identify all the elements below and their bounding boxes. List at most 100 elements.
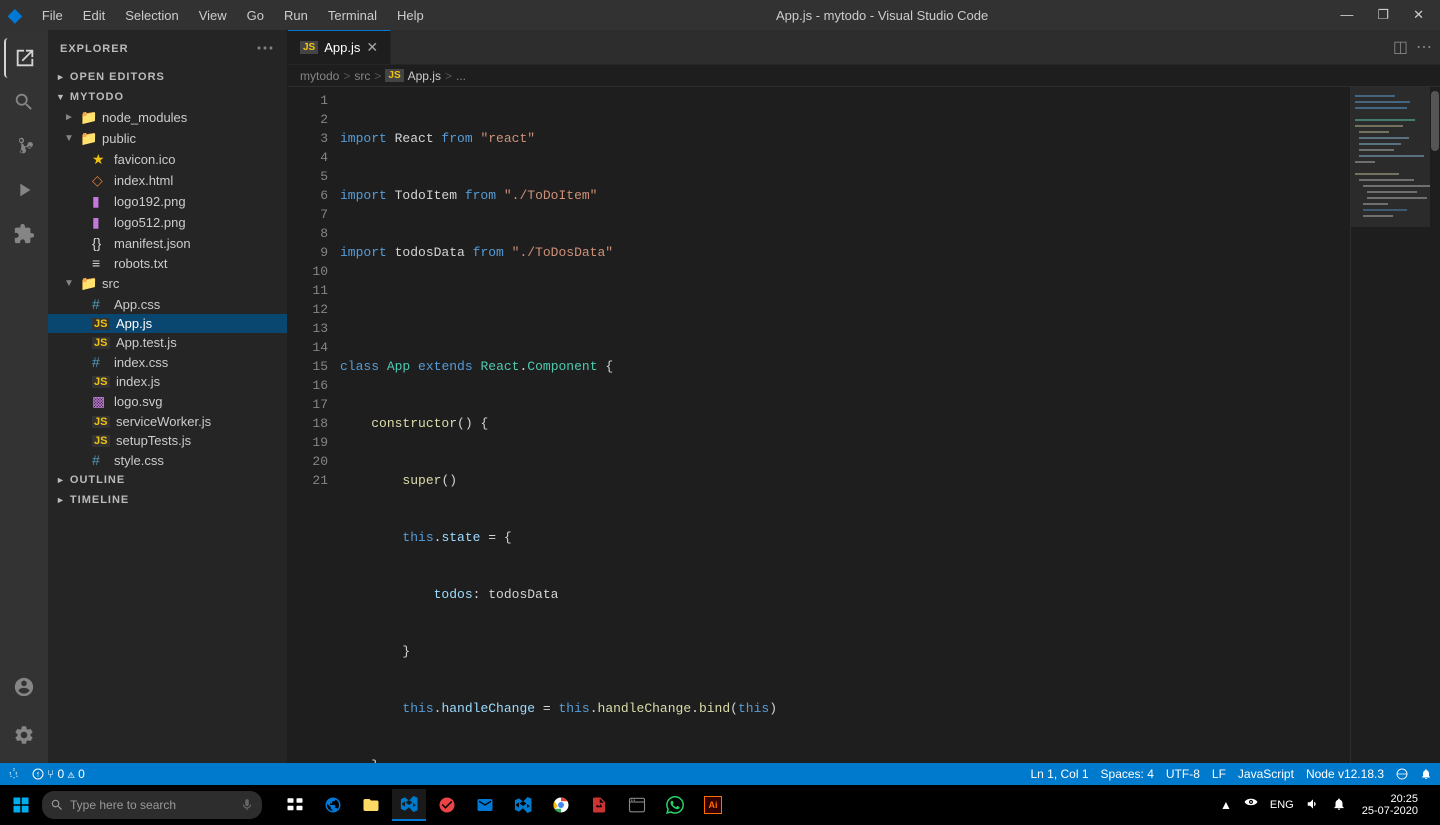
tree-manifest[interactable]: {} manifest.json — [48, 233, 287, 253]
language-mode[interactable]: JavaScript — [1238, 767, 1294, 781]
setup-tests-label: setupTests.js — [116, 433, 191, 448]
outline-arrow-icon: ► — [56, 475, 66, 485]
tree-service-worker[interactable]: JS serviceWorker.js — [48, 412, 287, 431]
menu-terminal[interactable]: Terminal — [320, 6, 385, 25]
node-modules-arrow-icon: ► — [64, 112, 80, 123]
breadcrumb-appjs[interactable]: App.js — [408, 69, 441, 83]
folder-icon: 📁 — [80, 109, 98, 126]
taskbar-edge[interactable] — [316, 789, 350, 821]
menu-selection[interactable]: Selection — [117, 6, 186, 25]
breadcrumb-src[interactable]: src — [354, 69, 370, 83]
activity-extensions[interactable] — [4, 214, 44, 254]
window-title: App.js - mytodo - Visual Studio Code — [776, 8, 988, 23]
activity-explorer[interactable] — [4, 38, 44, 78]
activity-settings[interactable] — [4, 715, 44, 755]
menu-help[interactable]: Help — [389, 6, 432, 25]
up-arrow-button[interactable]: ▲ — [1216, 794, 1236, 816]
split-editor-button[interactable]: ◫ — [1393, 37, 1408, 57]
encoding[interactable]: UTF-8 — [1166, 767, 1200, 781]
taskbar-ai[interactable]: Ai — [696, 789, 730, 821]
scrollbar-thumb[interactable] — [1431, 91, 1439, 151]
tree-public[interactable]: ▼ 📁 public — [48, 128, 287, 149]
tree-logo-svg[interactable]: ▩ logo.svg — [48, 391, 287, 412]
node-version[interactable]: Node v12.18.3 — [1306, 767, 1384, 781]
tree-logo192[interactable]: ▮ logo192.png — [48, 191, 287, 212]
taskbar-file-explorer[interactable] — [354, 789, 388, 821]
tab-app-js[interactable]: JS App.js ✕ — [288, 30, 391, 64]
menu-edit[interactable]: Edit — [75, 6, 113, 25]
taskbar-gulp[interactable] — [430, 789, 464, 821]
tree-src[interactable]: ▼ 📁 src — [48, 273, 287, 294]
breadcrumb-sep1: > — [343, 69, 350, 83]
mytodo-section[interactable]: ▼ MYTODO — [48, 87, 287, 107]
language-indicator[interactable]: ENG — [1266, 795, 1298, 815]
taskbar-whatsapp[interactable] — [658, 789, 692, 821]
txt-icon: ≡ — [92, 255, 110, 271]
tree-app-css[interactable]: # App.css — [48, 294, 287, 314]
remote-indicator[interactable] — [1396, 768, 1408, 780]
taskbar-browser2[interactable] — [620, 789, 654, 821]
tree-robots[interactable]: ≡ robots.txt — [48, 253, 287, 273]
tree-setup-tests[interactable]: JS setupTests.js — [48, 431, 287, 450]
git-status-label: ⑂ 0 ⚠ 0 — [47, 767, 85, 781]
taskbar-task-view[interactable] — [278, 789, 312, 821]
tree-node-modules[interactable]: ► 📁 node_modules — [48, 107, 287, 128]
windows-icon — [12, 796, 30, 814]
menu-go[interactable]: Go — [239, 6, 272, 25]
menu-file[interactable]: File — [34, 6, 71, 25]
network-icon[interactable] — [1240, 793, 1262, 818]
maximize-button[interactable]: ❐ — [1369, 7, 1397, 23]
wps-icon — [590, 796, 608, 814]
minimize-button[interactable]: — — [1332, 7, 1361, 23]
breadcrumb-mytodo[interactable]: mytodo — [300, 69, 339, 83]
cursor-position[interactable]: Ln 1, Col 1 — [1030, 767, 1088, 781]
tree-index-js[interactable]: JS index.js — [48, 372, 287, 391]
line-num: 21 — [288, 471, 328, 490]
titlebar-left: ◆ File Edit Selection View Go Run Termin… — [8, 5, 432, 26]
taskbar-email[interactable] — [468, 789, 502, 821]
tree-index-html[interactable]: ◇ index.html — [48, 170, 287, 191]
vertical-scrollbar[interactable] — [1430, 87, 1440, 763]
menu-view[interactable]: View — [191, 6, 235, 25]
tree-app-js[interactable]: JS App.js — [48, 314, 287, 333]
taskbar-vscode[interactable] — [392, 789, 426, 821]
menu-bar: File Edit Selection View Go Run Terminal… — [34, 6, 432, 25]
start-button[interactable] — [4, 789, 38, 821]
remote2-icon — [1396, 768, 1408, 780]
tree-style-css[interactable]: # style.css — [48, 450, 287, 470]
taskbar-chrome[interactable] — [544, 789, 578, 821]
tree-index-css[interactable]: # index.css — [48, 352, 287, 372]
taskbar-wps[interactable] — [582, 789, 616, 821]
taskbar-search-box[interactable]: Type here to search — [42, 791, 262, 819]
git-status[interactable]: ⑂ 0 ⚠ 0 — [32, 767, 85, 781]
volume-icon[interactable] — [1302, 793, 1324, 818]
vscode-logo-icon: ◆ — [8, 5, 22, 26]
code-content[interactable]: import React from "react" import TodoIte… — [336, 87, 1350, 763]
remote-button[interactable] — [8, 768, 20, 780]
system-clock[interactable]: 20:25 25-07-2020 — [1354, 793, 1426, 817]
outline-section[interactable]: ► OUTLINE — [48, 470, 287, 490]
tree-app-test[interactable]: JS App.test.js — [48, 333, 287, 352]
taskbar-vscode2[interactable] — [506, 789, 540, 821]
eol[interactable]: LF — [1212, 767, 1226, 781]
open-editors-arrow-icon: ► — [56, 72, 66, 82]
line-num: 15 — [288, 357, 328, 376]
more-actions-button[interactable]: ⋯ — [1416, 37, 1432, 57]
close-button[interactable]: ✕ — [1405, 7, 1432, 23]
menu-run[interactable]: Run — [276, 6, 316, 25]
bell-button[interactable] — [1420, 768, 1432, 780]
indentation[interactable]: Spaces: 4 — [1101, 767, 1154, 781]
activity-run[interactable] — [4, 170, 44, 210]
breadcrumb-rest[interactable]: ... — [456, 69, 466, 83]
tree-favicon[interactable]: ★ favicon.ico — [48, 149, 287, 170]
activity-search[interactable] — [4, 82, 44, 122]
notification-icon[interactable] — [1328, 793, 1350, 818]
activity-account[interactable] — [4, 667, 44, 707]
public-arrow-icon: ▼ — [64, 133, 80, 144]
sidebar-more-button[interactable]: ⋯ — [256, 38, 275, 59]
tab-close-button[interactable]: ✕ — [366, 39, 378, 56]
tree-logo512[interactable]: ▮ logo512.png — [48, 212, 287, 233]
open-editors-section[interactable]: ► OPEN EDITORS — [48, 67, 287, 87]
activity-source-control[interactable] — [4, 126, 44, 166]
timeline-section[interactable]: ► TIMELINE — [48, 490, 287, 510]
